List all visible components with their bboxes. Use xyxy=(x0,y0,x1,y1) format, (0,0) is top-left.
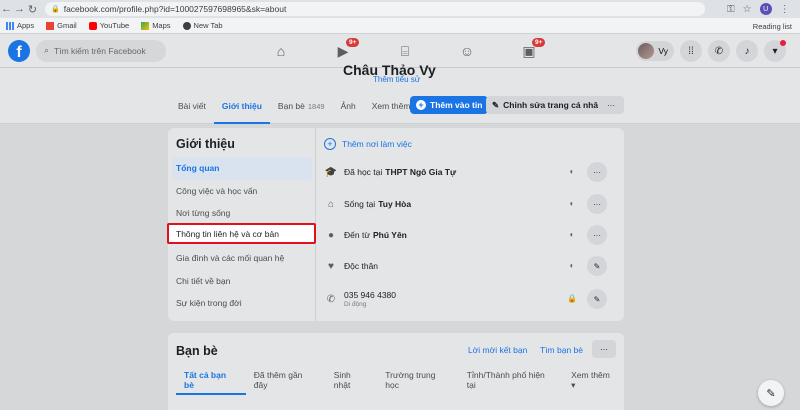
about-row-relationship: ♥ Độc thân ◐ ✎ xyxy=(324,256,616,276)
groups-icon[interactable]: ☺ xyxy=(436,34,498,68)
url-text: facebook.com/profile.php?id=100027597698… xyxy=(63,4,287,14)
find-friends-link[interactable]: Tìm bạn bè xyxy=(540,345,583,355)
alert-dot xyxy=(780,40,786,46)
plus-circle-icon: + xyxy=(324,138,336,150)
address-bar[interactable]: 🔒 facebook.com/profile.php?id=1000275976… xyxy=(45,2,705,16)
relationship-edit-button[interactable]: ✎ xyxy=(587,256,607,276)
gaming-badge: 9+ xyxy=(532,38,546,47)
home-icon[interactable]: ⌂ xyxy=(250,34,312,68)
tab-photos[interactable]: Ảnh xyxy=(333,94,364,118)
search-input[interactable]: ⌕ Tìm kiếm trên Facebook xyxy=(36,39,166,62)
lives-more-button[interactable]: ··· xyxy=(587,194,607,214)
friends-tab-all[interactable]: Tất cả bạn bè xyxy=(176,370,246,395)
about-menu-details[interactable]: Chi tiết về bạn xyxy=(168,270,316,293)
friends-tabs: Tất cả bạn bè Đã thêm gần đây Sinh nhật … xyxy=(176,370,624,395)
add-bio-link[interactable]: Thêm tiểu sử xyxy=(373,75,420,84)
menu-grid-icon[interactable]: ⁞⁞ xyxy=(680,40,702,62)
profile-header: Châu Thảo Vy Thêm tiểu sử Bài viết Giới … xyxy=(0,62,800,124)
lock-privacy-icon[interactable]: 🔒 xyxy=(567,293,577,303)
phone-icon: ✆ xyxy=(326,293,336,305)
search-placeholder: Tìm kiếm trên Facebook xyxy=(54,45,146,56)
avatar xyxy=(638,43,655,59)
browser-profile-avatar[interactable]: U xyxy=(759,3,772,15)
about-row-phone: ✆ 035 946 4380 Di động 🔒 ✎ xyxy=(324,287,616,311)
watch-badge: 9+ xyxy=(346,38,360,47)
reload-icon[interactable]: ↻ xyxy=(26,3,39,16)
about-row-from: ● Đến từ Phú Yên ◐ ··· xyxy=(324,225,616,245)
location-pin-icon: ● xyxy=(327,229,335,241)
bookmark-apps[interactable]: Apps xyxy=(6,21,34,30)
friends-card: Bạn bè Lời mời kết bạn Tìm bạn bè ··· Tấ… xyxy=(168,333,624,410)
plus-icon: + xyxy=(416,100,426,110)
reading-list[interactable]: Reading list xyxy=(753,22,792,31)
star-icon[interactable]: ☆ xyxy=(743,4,752,15)
about-row-lives: ⌂ Sống tại Tuy Hòa ◐ ··· xyxy=(324,194,616,214)
browser-toolbar: ← → ↻ 🔒 facebook.com/profile.php?id=1000… xyxy=(0,0,800,18)
heart-icon: ♥ xyxy=(328,260,334,272)
menu-icon[interactable]: ⋮ xyxy=(780,4,790,15)
about-content: + Thêm nơi làm việc 🎓 Đã học tại THPT Ngô… xyxy=(324,128,616,321)
friends-tab-more[interactable]: Xem thêm ▾ xyxy=(563,370,624,390)
house-icon: ⌂ xyxy=(327,198,335,210)
maps-icon xyxy=(141,21,150,30)
friend-count: 1849 xyxy=(307,101,325,111)
friends-more-button[interactable]: ··· xyxy=(592,340,616,358)
friends-tab-current-city[interactable]: Tỉnh/Thành phố hiện tại xyxy=(459,370,563,390)
globe-privacy-icon[interactable]: ◐ xyxy=(567,229,577,239)
friends-tab-recent[interactable]: Đã thêm gần đây xyxy=(246,370,326,390)
pencil-icon: ✎ xyxy=(492,99,500,110)
friends-tab-birthdays[interactable]: Sinh nhật xyxy=(326,370,378,390)
account-chevron-icon[interactable]: ▾ xyxy=(764,40,786,62)
about-menu-work-education[interactable]: Công việc và học vấn xyxy=(168,180,316,203)
about-title: Giới thiệu xyxy=(176,137,235,151)
bookmark-gmail[interactable]: Gmail xyxy=(46,21,77,30)
forward-icon[interactable]: → xyxy=(13,3,26,15)
tab-about[interactable]: Giới thiệu xyxy=(213,94,270,124)
add-to-story-button[interactable]: + Thêm vào tin xyxy=(410,96,489,114)
profile-shortcut[interactable]: Vy xyxy=(636,41,674,61)
friend-requests-link[interactable]: Lời mời kết bạn xyxy=(468,345,527,355)
user-name: Vy xyxy=(658,46,668,56)
gaming-icon[interactable]: ▣ 9+ xyxy=(498,34,560,68)
edit-profile-button[interactable]: ✎ Chỉnh sửa trang cá nhân xyxy=(486,96,610,114)
bookmark-youtube[interactable]: YouTube xyxy=(88,21,129,30)
gmail-icon xyxy=(46,21,55,30)
friends-title: Bạn bè xyxy=(176,344,218,358)
apps-grid-icon xyxy=(6,21,14,30)
globe-privacy-icon[interactable]: ◐ xyxy=(567,260,577,270)
facebook-logo-icon[interactable]: f xyxy=(8,39,30,62)
globe-privacy-icon[interactable]: ◐ xyxy=(567,166,577,176)
about-menu-overview[interactable]: Tổng quan xyxy=(172,157,312,180)
tab-friends[interactable]: Bạn bè 1849 xyxy=(270,94,333,118)
profile-tabs: Bài viết Giới thiệu Bạn bè 1849 Ảnh Xem t… xyxy=(170,94,425,124)
bookmark-new-tab[interactable]: New Tab xyxy=(182,21,223,30)
add-workplace-link[interactable]: + Thêm nơi làm việc xyxy=(324,138,412,150)
about-menu-contact-basic[interactable]: Thông tin liên hệ và cơ bản xyxy=(167,223,316,244)
about-menu-places-lived[interactable]: Nơi từng sống xyxy=(168,202,316,225)
tab-posts[interactable]: Bài viết xyxy=(170,94,214,118)
bookmarks-bar: Apps Gmail YouTube Maps New Tab Reading … xyxy=(0,18,800,34)
youtube-icon xyxy=(88,21,97,30)
profile-more-button[interactable]: ··· xyxy=(598,96,624,114)
search-icon: ⌕ xyxy=(44,45,50,55)
back-icon[interactable]: ← xyxy=(0,3,13,15)
globe-privacy-icon[interactable]: ◐ xyxy=(567,198,577,208)
notifications-icon[interactable]: ♪ xyxy=(736,40,758,62)
school-more-button[interactable]: ··· xyxy=(587,162,607,182)
lock-icon: 🔒 xyxy=(51,6,60,13)
phone-edit-button[interactable]: ✎ xyxy=(587,289,607,309)
graduation-cap-icon: 🎓 xyxy=(324,166,338,178)
about-row-school: 🎓 Đã học tại THPT Ngô Gia Tự ◐ ··· xyxy=(324,162,616,182)
globe-icon xyxy=(182,21,191,30)
new-message-icon[interactable]: ✎ xyxy=(758,380,784,406)
about-menu-life-events[interactable]: Sự kiện trong đời xyxy=(168,292,316,315)
bookmark-maps[interactable]: Maps xyxy=(141,21,171,30)
key-icon[interactable]: ⚿ xyxy=(727,4,735,15)
from-more-button[interactable]: ··· xyxy=(587,225,607,245)
messenger-icon[interactable]: ✆ xyxy=(708,40,730,62)
about-menu-family[interactable]: Gia đình và các mối quan hệ xyxy=(168,247,316,270)
friends-tab-high-school[interactable]: Trường trung học xyxy=(377,370,459,390)
